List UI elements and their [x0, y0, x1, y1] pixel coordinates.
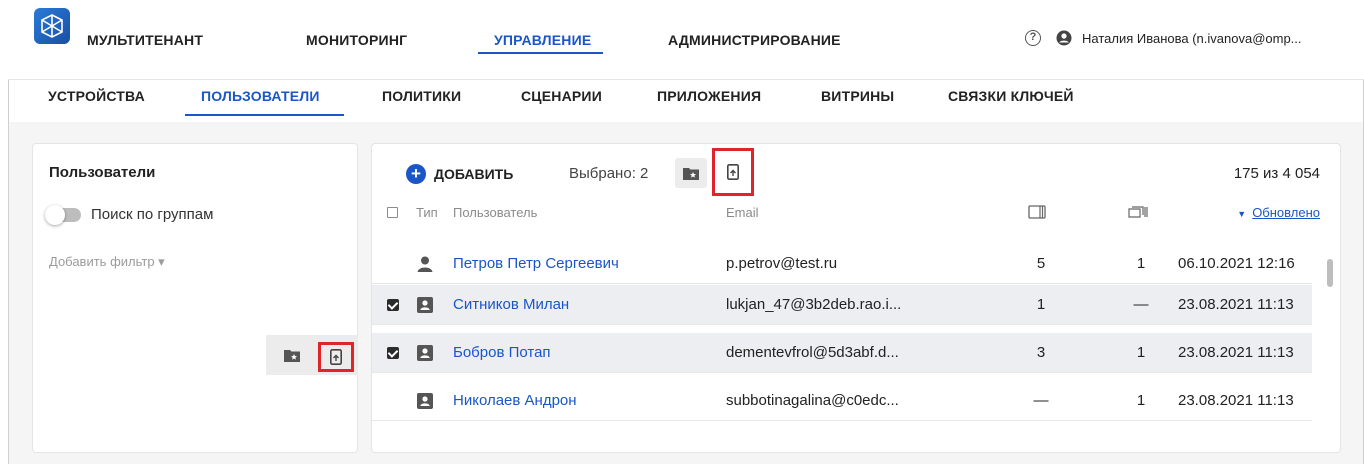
user-name-link[interactable]: Бобров Потап [453, 344, 551, 361]
keychains-count: 1 [1136, 392, 1146, 409]
subnav-item-scenarios[interactable]: СЦЕНАРИИ [521, 88, 602, 104]
selected-count: Выбрано: 2 [569, 165, 649, 182]
updated-date: 23.08.2021 11:13 [1178, 392, 1294, 409]
table-row[interactable]: Ситников Милан lukjan_47@3b2deb.rao.i...… [372, 285, 1312, 325]
table-row[interactable]: Петров Петр Сергеевич p.petrov@test.ru 5… [372, 244, 1312, 284]
topnav-active-underline [478, 52, 603, 54]
filter-panel: Пользователи Поиск по группам Добавить ф… [32, 143, 358, 453]
header-email[interactable]: Email [726, 205, 759, 220]
folder-star-icon [683, 168, 699, 180]
keychains-count: 1 [1136, 255, 1146, 272]
table-row[interactable]: Бобров Потап dementevfrol@5d3abf.d... 3 … [372, 333, 1312, 373]
updated-date: 06.10.2021 12:16 [1178, 255, 1295, 272]
add-user-label: ДОБАВИТЬ [434, 166, 514, 182]
user-name-link[interactable]: Николаев Андрон [453, 392, 577, 409]
user-name-link[interactable]: Ситников Милан [453, 296, 569, 313]
user-email: lukjan_47@3b2deb.rao.i... [726, 296, 902, 313]
app-logo-icon[interactable] [34, 8, 70, 44]
devices-count: 1 [1036, 296, 1046, 313]
devices-count: 5 [1036, 255, 1046, 272]
subnav-item-policies[interactable]: ПОЛИТИКИ [382, 88, 461, 104]
add-to-group-button[interactable] [675, 158, 707, 188]
select-all-checkbox[interactable] [387, 207, 398, 218]
user-email: p.petrov@test.ru [726, 255, 838, 272]
topnav-item-administration[interactable]: АДМИНИСТРИРОВАНИЕ [668, 32, 841, 48]
subnav-active-underline [185, 114, 344, 116]
subnav-item-devices[interactable]: УСТРОЙСТВА [48, 88, 145, 104]
header-user[interactable]: Пользователь [453, 205, 537, 220]
keychain-column-icon[interactable] [1128, 206, 1148, 218]
table-row[interactable]: Николаев Андрон subbotinagalina@c0edc...… [372, 381, 1312, 421]
plus-icon: + [406, 164, 426, 184]
subnav-item-showcases[interactable]: ВИТРИНЫ [821, 88, 894, 104]
header-type: Тип [416, 205, 438, 220]
devices-count: 3 [1036, 344, 1046, 361]
help-icon[interactable]: ? [1025, 30, 1041, 46]
group-search-toggle[interactable] [45, 205, 81, 225]
topnav-item-multitenant[interactable]: МУЛЬТИТЕНАНТ [87, 32, 203, 48]
user-email: subbotinagalina@c0edc... [726, 392, 899, 409]
user-menu[interactable]: Наталия Иванова (n.ivanova@omp... [1082, 31, 1302, 46]
selection-actions [266, 335, 358, 375]
result-count: 175 из 4 054 [1233, 165, 1320, 182]
user-name-link[interactable]: Петров Петр Сергеевич [453, 255, 619, 272]
topnav-item-monitoring[interactable]: МОНИТОРИНГ [306, 32, 407, 48]
devices-column-icon[interactable] [1028, 205, 1046, 219]
sort-label: Обновлено [1252, 205, 1320, 220]
sort-arrow-icon: ▼ [1237, 209, 1247, 219]
group-search-label: Поиск по группам [91, 206, 214, 223]
subnav-item-users[interactable]: ПОЛЬЗОВАТЕЛИ [201, 88, 320, 104]
contact-card-icon [417, 393, 433, 409]
add-user-button[interactable]: + ДОБАВИТЬ [406, 164, 513, 184]
export-toolbar-button[interactable] [712, 148, 754, 196]
row-checkbox[interactable] [387, 299, 399, 311]
export-document-icon [727, 164, 739, 180]
filter-panel-title: Пользователи [49, 164, 156, 181]
sort-by-updated[interactable]: ▼ Обновлено [1237, 205, 1320, 220]
updated-date: 23.08.2021 11:13 [1178, 344, 1294, 361]
devices-count: — [1033, 392, 1049, 409]
person-icon [417, 256, 433, 272]
topnav-item-management[interactable]: УПРАВЛЕНИЕ [494, 32, 591, 48]
contact-card-icon [417, 297, 433, 313]
export-document-icon [330, 349, 342, 365]
keychains-count: 1 [1136, 344, 1146, 361]
account-icon[interactable] [1056, 30, 1072, 46]
user-email: dementevfrol@5d3abf.d... [726, 344, 899, 361]
updated-date: 23.08.2021 11:13 [1178, 296, 1294, 313]
keychains-count: — [1133, 296, 1149, 313]
users-table-panel: + ДОБАВИТЬ Выбрано: 2 175 из 4 054 Тип П… [371, 143, 1341, 453]
contact-card-icon [417, 345, 433, 361]
row-checkbox[interactable] [387, 347, 399, 359]
subnav-item-applications[interactable]: ПРИЛОЖЕНИЯ [657, 88, 761, 104]
folder-star-icon[interactable] [284, 348, 300, 362]
table-scrollbar[interactable] [1327, 259, 1333, 287]
add-filter-dropdown[interactable]: Добавить фильтр ▾ [49, 254, 165, 270]
export-button[interactable] [318, 342, 354, 372]
subnav-item-keychains[interactable]: СВЯЗКИ КЛЮЧЕЙ [948, 88, 1074, 104]
